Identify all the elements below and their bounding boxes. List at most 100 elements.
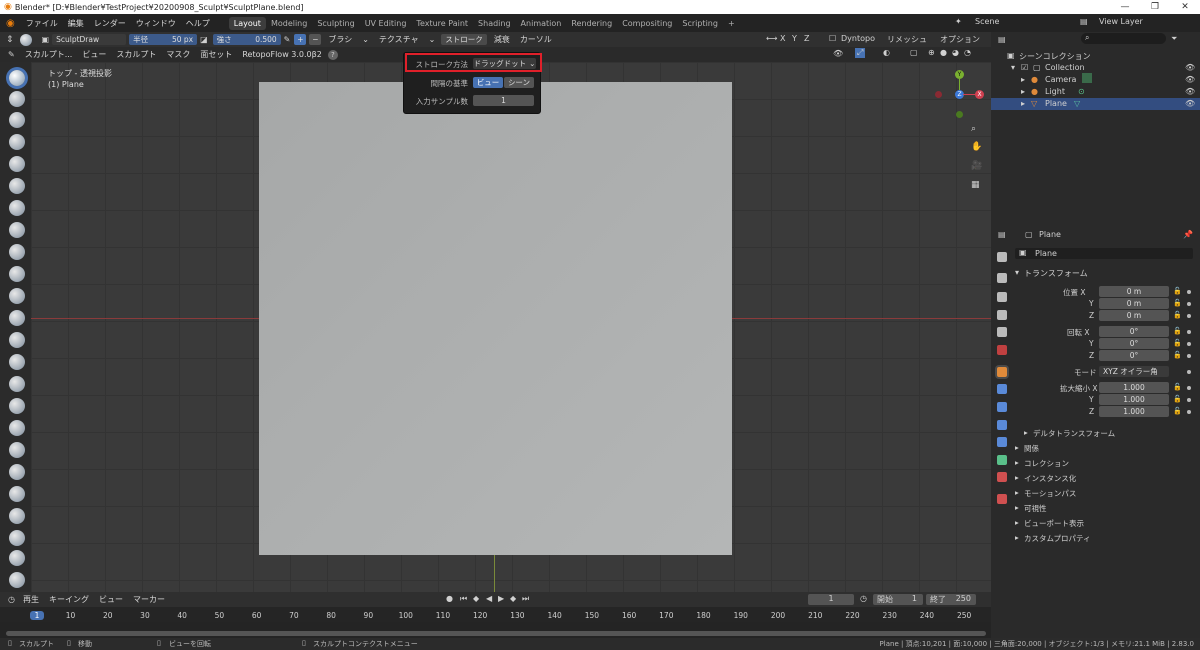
scale-x-field[interactable]: 1.000 [1099, 382, 1169, 393]
plane-mesh[interactable] [259, 82, 732, 555]
properties-section-7[interactable]: カスタムプロパティ [1024, 533, 1091, 544]
lock-icon[interactable]: 🔓 [1173, 407, 1182, 415]
spacing-view-button[interactable]: ビュー [473, 77, 503, 88]
wireframe-shading-icon[interactable]: ⊕ [928, 48, 935, 57]
tab-layout[interactable]: Layout [228, 16, 266, 30]
minimize-button[interactable]: — [1110, 0, 1140, 14]
radius-unit-icon[interactable]: ◪ [200, 35, 208, 44]
pan-hand-icon[interactable]: ✋ [971, 142, 982, 152]
preview-range-icon[interactable]: ◷ [860, 594, 867, 603]
scene-icon[interactable] [997, 327, 1007, 337]
blob-tool-icon[interactable] [9, 222, 25, 238]
multiplane-scrape-tool-icon[interactable] [9, 354, 25, 370]
dyntopo-checkbox[interactable]: ☐ [829, 34, 836, 43]
camera-view-icon[interactable]: 🎥 [971, 161, 982, 171]
record-icon[interactable]: ● [446, 594, 453, 603]
start-frame-field[interactable]: 開始 1 [873, 594, 923, 605]
timeline-scrollbar[interactable] [6, 631, 986, 636]
keyframe-dot-icon[interactable] [1187, 302, 1191, 306]
keyframe-dot-icon[interactable] [1187, 290, 1191, 294]
draw-sharp-tool-icon[interactable] [9, 91, 25, 107]
camera-data-icon[interactable] [1082, 73, 1092, 83]
tab-shading[interactable]: Shading [473, 17, 516, 30]
location-y-field[interactable]: 0 m [1099, 298, 1169, 309]
lock-icon[interactable]: 🔓 [1173, 327, 1182, 335]
cloth-tool-icon[interactable] [9, 572, 25, 588]
properties-section-6[interactable]: ビューポート表示 [1024, 518, 1084, 529]
keying-menu[interactable]: キーイング [45, 594, 93, 605]
keyframe-dot-icon[interactable] [1187, 370, 1191, 374]
tool-settings-icon[interactable] [997, 252, 1007, 262]
view-layer-name[interactable]: View Layer [1099, 17, 1143, 26]
tab-rendering[interactable]: Rendering [566, 17, 617, 30]
pinch-tool-icon[interactable] [9, 376, 25, 392]
view-layer-icon[interactable]: ▤ [1080, 17, 1088, 26]
cursor-dropdown[interactable]: カーソル [516, 34, 556, 45]
add-direction-button[interactable]: + [294, 34, 307, 45]
stroke-dropdown[interactable]: ストローク [441, 34, 487, 45]
outliner-editor-icon[interactable]: ▤ [998, 35, 1006, 44]
visibility-icon[interactable]: 👁 [833, 49, 843, 58]
editor-type-icon[interactable]: ⇕ [0, 35, 20, 45]
gizmo-y-axis[interactable]: Y [955, 70, 964, 79]
timeline-editor-icon[interactable]: ◷ [0, 595, 19, 604]
brush-name-field[interactable]: SculptDraw [52, 34, 127, 45]
menu-mask[interactable]: マスク [162, 49, 194, 60]
jump-start-icon[interactable]: ⏮ [460, 594, 467, 604]
help-button[interactable]: ? [327, 49, 338, 60]
snake-hook-tool-icon[interactable] [9, 442, 25, 458]
scene-collection-label[interactable]: シーンコレクション [1019, 51, 1091, 62]
lock-icon[interactable]: 🔓 [1173, 351, 1182, 359]
delta-transform-header[interactable]: デルタトランスフォーム [1033, 428, 1115, 439]
input-samples-field[interactable]: 1 [473, 95, 534, 106]
tab-modeling[interactable]: Modeling [266, 17, 312, 30]
smooth-tool-icon[interactable] [9, 266, 25, 282]
output-icon[interactable] [997, 292, 1007, 302]
outliner-item-plane[interactable]: Plane [1045, 99, 1067, 108]
collection-label[interactable]: Collection [1045, 63, 1085, 72]
location-z-field[interactable]: 0 m [1099, 310, 1169, 321]
clay-strips-tool-icon[interactable] [9, 134, 25, 150]
options-dropdown[interactable]: オプション [940, 34, 980, 45]
material-icon[interactable] [997, 472, 1007, 482]
scene-icon[interactable]: ✦ [955, 17, 962, 26]
marker-menu[interactable]: マーカー [129, 594, 169, 605]
scale-z-field[interactable]: 1.000 [1099, 406, 1169, 417]
prev-keyframe-icon[interactable]: ◆ [473, 594, 479, 603]
draw-tool-icon[interactable] [9, 70, 25, 86]
transform-header[interactable]: トランスフォーム [1024, 268, 1088, 279]
spacing-scene-button[interactable]: シーン [504, 77, 534, 88]
camera-visibility-icon[interactable]: 👁 [1185, 75, 1195, 84]
crease-tool-icon[interactable] [9, 244, 25, 260]
lock-icon[interactable]: 🔓 [1173, 383, 1182, 391]
texture-dropdown[interactable]: テクスチャ [375, 34, 423, 45]
rotation-z-field[interactable]: 0° [1099, 350, 1169, 361]
constraints-icon[interactable] [997, 437, 1007, 447]
strength-slider[interactable]: 強さ 0.500 [212, 34, 281, 45]
clay-thumb-tool-icon[interactable] [9, 156, 25, 172]
gizmo-x-axis[interactable]: X [975, 90, 984, 99]
play-reverse-icon[interactable]: ◀ [486, 594, 492, 603]
delta-expand-icon[interactable]: ▸ [1024, 428, 1028, 437]
clay-tool-icon[interactable] [9, 112, 25, 128]
jump-end-icon[interactable]: ⏭ [522, 594, 529, 604]
end-frame-field[interactable]: 終了 250 [926, 594, 976, 605]
keyframe-dot-icon[interactable] [1187, 330, 1191, 334]
gizmo-neg-x[interactable] [935, 91, 942, 98]
symmetry-icon[interactable]: ⟷ [766, 34, 777, 43]
next-keyframe-icon[interactable]: ◆ [510, 594, 516, 603]
brush-preview-icon[interactable] [19, 33, 32, 46]
rendered-shading-icon[interactable]: ◔ [964, 48, 971, 57]
mode-dropdown[interactable]: スカルプト... [21, 49, 77, 60]
menu-retopoflow[interactable]: RetopoFlow 3.0.0β2 [238, 50, 325, 59]
view-layer-icon[interactable] [997, 310, 1007, 320]
pressure-icon[interactable]: ✎ [284, 35, 291, 44]
dyntopo-label[interactable]: Dyntopo [841, 34, 875, 43]
scene-name[interactable]: Scene [975, 17, 999, 26]
keyframe-dot-icon[interactable] [1187, 398, 1191, 402]
mirror-x-toggle[interactable]: X [780, 34, 785, 43]
menu-window[interactable]: ウィンドウ [131, 18, 181, 29]
plane-visibility-icon[interactable]: 👁 [1185, 99, 1195, 108]
properties-section-5[interactable]: 可視性 [1024, 503, 1047, 514]
tab-sculpting[interactable]: Sculpting [312, 17, 359, 30]
